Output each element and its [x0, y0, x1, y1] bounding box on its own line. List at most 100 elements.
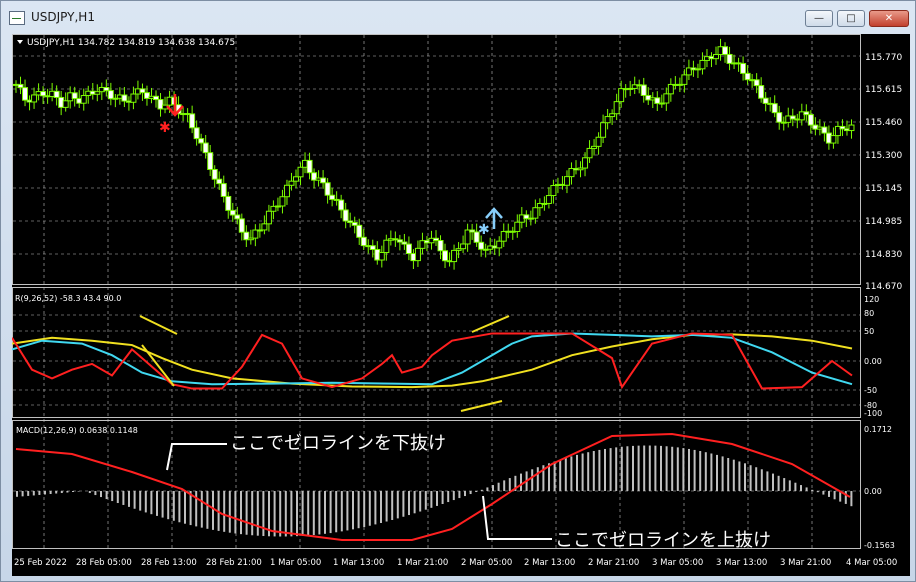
- rci-axis: 120 80 50 0.00 -50 -80 -100: [864, 295, 882, 418]
- macd-bar: [475, 491, 478, 493]
- price-pane-header: USDJPY,H1 134.782 134.819 134.638 134.67…: [27, 38, 235, 48]
- macd-bar: [699, 451, 702, 491]
- trend-marker: [460, 400, 503, 412]
- macd-bar: [228, 491, 231, 533]
- macd-bar: [301, 491, 304, 536]
- candle-body: [550, 184, 557, 197]
- macd-bar: [184, 491, 186, 524]
- macd-bar: [329, 491, 332, 534]
- macd-bar: [200, 491, 203, 528]
- candle-body: [821, 126, 828, 134]
- macd-bar: [592, 451, 595, 491]
- macd-bar: [710, 453, 713, 491]
- macd-bar: [727, 457, 730, 491]
- title-bar[interactable]: USDJPY,H1 — □ ✕: [1, 1, 915, 33]
- candle-body: [320, 177, 327, 184]
- candlestick-series: [13, 38, 855, 270]
- pane-menu-icon[interactable]: [17, 40, 23, 44]
- macd-bar: [368, 491, 371, 526]
- macd-bar: [49, 491, 52, 495]
- annotation-zero-cross-down: ここでゼロラインを下抜け: [166, 433, 446, 471]
- candle-body: [640, 84, 647, 96]
- macd-bar: [576, 454, 578, 491]
- macd-bar: [318, 491, 321, 535]
- macd-bar: [16, 491, 18, 497]
- macd-bar: [424, 491, 427, 510]
- candle-body: [545, 195, 552, 204]
- macd-bar: [430, 491, 433, 508]
- macd-bar: [245, 491, 248, 535]
- macd-bar: [223, 491, 226, 532]
- candle-body: [329, 194, 336, 200]
- macd-bar: [324, 491, 326, 534]
- candle-body: [297, 166, 304, 178]
- macd-bar: [777, 475, 780, 491]
- rci-mid-line: [12, 332, 853, 386]
- candle-body: [582, 157, 589, 169]
- rci-tick: 120: [864, 295, 879, 304]
- rci-tick: 80: [864, 309, 874, 318]
- candle-body: [356, 224, 363, 238]
- time-tick: 28 Feb 21:00: [206, 558, 262, 568]
- macd-bar: [816, 491, 819, 493]
- candle-body: [618, 88, 625, 103]
- macd-bar: [111, 491, 114, 502]
- time-tick: 3 Mar 21:00: [780, 558, 831, 568]
- macd-bar: [531, 469, 534, 491]
- candle-body: [324, 182, 331, 196]
- time-tick: 1 Mar 05:00: [270, 558, 321, 568]
- time-tick: 28 Feb 13:00: [141, 558, 197, 568]
- macd-bar: [44, 491, 46, 495]
- macd-bar: [402, 491, 405, 517]
- macd-bar: [721, 456, 724, 491]
- candle-body: [369, 245, 376, 251]
- macd-bar: [240, 491, 242, 535]
- candle-body: [405, 243, 412, 255]
- macd-bar: [419, 491, 422, 512]
- macd-bar: [335, 491, 338, 533]
- candle-body: [663, 93, 670, 104]
- candle-body: [283, 184, 290, 198]
- close-button[interactable]: ✕: [869, 10, 909, 27]
- macd-bar: [167, 491, 170, 520]
- macd-bar: [464, 491, 466, 497]
- candle-body: [722, 46, 729, 55]
- price-pane-frame: [12, 34, 861, 285]
- candle-body: [207, 152, 214, 170]
- macd-bar: [559, 459, 562, 491]
- macd-bar: [346, 491, 349, 531]
- price-tick: 115.300: [865, 151, 902, 161]
- macd-bar: [156, 491, 158, 516]
- price-tick: 115.460: [865, 118, 902, 128]
- macd-bar: [128, 491, 130, 507]
- macd-bar: [21, 491, 24, 497]
- chart-canvas[interactable]: USDJPY,H1 134.782 134.819 134.638 134.67…: [12, 34, 910, 576]
- chart-area[interactable]: USDJPY,H1 134.782 134.819 134.638 134.67…: [12, 34, 910, 576]
- macd-bar: [604, 448, 606, 491]
- candle-body: [130, 93, 137, 103]
- macd-bar: [116, 491, 119, 504]
- time-tick: 2 Mar 13:00: [524, 558, 575, 568]
- macd-bar: [60, 491, 63, 494]
- macd-bar: [133, 491, 136, 509]
- macd-bar: [284, 491, 287, 537]
- buy-arrow-icon[interactable]: ✱: [478, 207, 503, 238]
- candle-body: [360, 236, 367, 247]
- macd-bar: [693, 449, 696, 491]
- candle-body: [500, 231, 507, 242]
- macd-bar: [206, 491, 209, 529]
- maximize-button[interactable]: □: [837, 10, 865, 27]
- candle-body: [202, 142, 209, 154]
- time-tick: 3 Mar 05:00: [652, 558, 703, 568]
- macd-bar: [637, 445, 640, 491]
- macd-bar: [234, 491, 237, 534]
- candle-body: [306, 159, 313, 174]
- macd-bar: [822, 491, 825, 495]
- macd-bar: [744, 463, 746, 491]
- macd-bar: [436, 491, 438, 506]
- minimize-button[interactable]: —: [805, 10, 833, 27]
- candle-body: [139, 88, 146, 94]
- macd-bar: [413, 491, 416, 514]
- candle-body: [216, 178, 223, 185]
- macd-bar: [688, 448, 690, 491]
